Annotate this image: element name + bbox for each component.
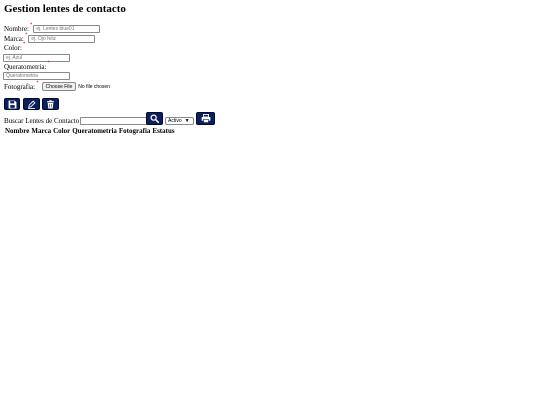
search-input[interactable] <box>80 117 148 125</box>
queratometria-required-mark: * <box>47 61 50 66</box>
fotografia-row: Fotografia: * Choose File No file chosen <box>4 80 110 91</box>
fotografia-label: Fotografia: <box>4 82 36 91</box>
nombre-required-mark: * <box>29 23 33 28</box>
marca-placeholder: ej. Ojo feliz <box>31 36 57 42</box>
file-status-text: No file chosen <box>78 83 110 90</box>
chevron-down-icon: ▼ <box>184 118 190 124</box>
edit-button[interactable] <box>23 98 40 110</box>
page-title: Gestion lentes de contacto <box>4 3 126 15</box>
queratometria-row: Queratometria: * <box>4 61 50 71</box>
table-header-marca[interactable]: Marca <box>31 127 51 135</box>
choose-file-button[interactable]: Choose File <box>41 82 77 91</box>
status-filter-value: Activo <box>168 118 182 124</box>
lentes-table-header: Nombre Marca Color Queratometria Fotogra… <box>5 127 177 135</box>
marca-input[interactable]: ej. Ojo feliz <box>28 35 96 43</box>
table-header-color[interactable]: Color <box>53 127 70 135</box>
color-required-mark: * <box>22 42 26 47</box>
table-header-queratometria[interactable]: Queratometria <box>72 127 117 135</box>
table-header-estatus[interactable]: Estatus <box>152 127 174 135</box>
delete-button[interactable] <box>42 98 59 110</box>
table-header-fotografia[interactable]: Fotografia <box>119 127 151 135</box>
marca-label: Marca: <box>4 35 24 43</box>
color-label: Color: <box>4 44 22 52</box>
table-header-nombre[interactable]: Nombre <box>5 127 29 135</box>
print-button[interactable] <box>196 112 215 125</box>
color-placeholder: ej. Azul <box>6 55 23 61</box>
search-icon <box>150 114 159 123</box>
status-filter-select[interactable]: Activo ▼ <box>165 117 194 125</box>
search-label: Buscar Lentes de Contacto <box>4 117 80 125</box>
queratometria-label: Queratometria: <box>4 63 47 71</box>
nombre-placeholder: ej. Lentes blue01 <box>36 26 75 32</box>
save-icon <box>8 100 16 108</box>
pencil-icon <box>28 99 36 109</box>
search-button[interactable] <box>146 112 163 125</box>
fotografia-required-mark: * <box>36 80 39 86</box>
color-input[interactable]: ej. Azul <box>3 54 70 62</box>
search-row: Buscar Lentes de Contacto <box>4 117 148 125</box>
trash-icon <box>47 99 54 108</box>
marca-row: Marca: * ej. Ojo feliz <box>4 33 96 43</box>
marca-required-mark: * <box>24 33 28 38</box>
nombre-row: Nombre: * ej. Lentes blue01 <box>4 23 101 33</box>
save-button[interactable] <box>4 98 20 110</box>
nombre-input[interactable]: ej. Lentes blue01 <box>33 25 101 33</box>
color-row: Color: * <box>4 42 26 52</box>
print-icon <box>201 114 210 123</box>
queratometria-placeholder: Queratometria <box>6 73 38 79</box>
